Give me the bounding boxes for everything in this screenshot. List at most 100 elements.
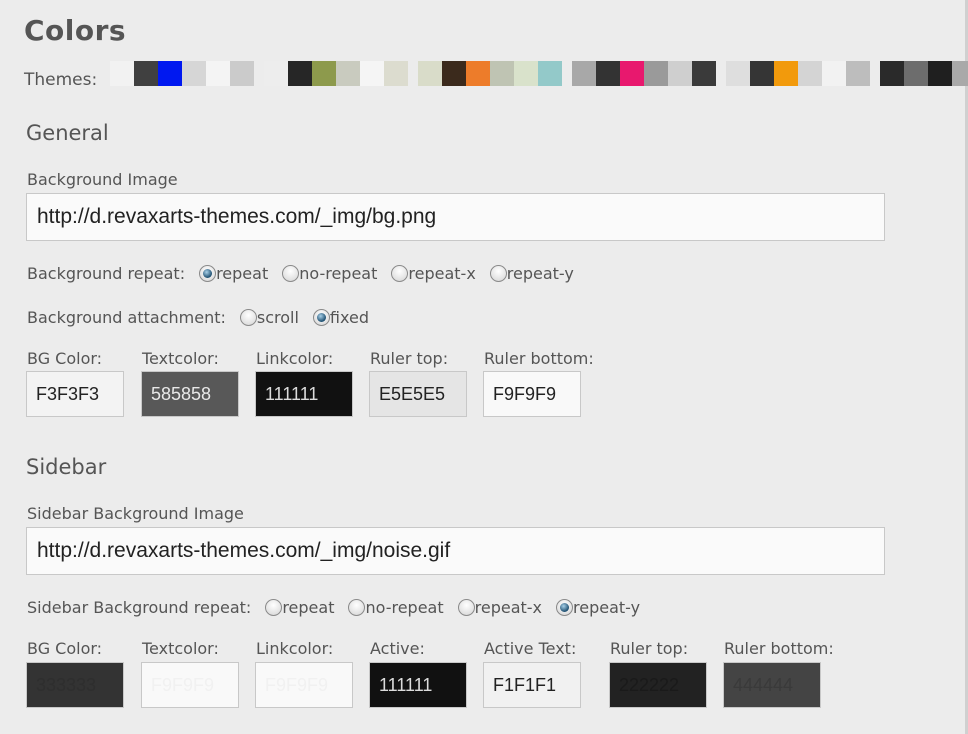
theme-swatch (466, 61, 490, 86)
bg-image-label: Background Image (27, 170, 178, 189)
theme-preset-2[interactable] (264, 61, 408, 86)
sidebar-color-label: BG Color: (27, 639, 103, 658)
sidebar-color-input[interactable]: 333333 (26, 662, 124, 708)
sidebar-bg-repeat-label: Sidebar Background repeat: (27, 597, 252, 617)
theme-swatch (822, 61, 846, 86)
bg-attachment-option-scroll[interactable]: scroll (239, 307, 299, 327)
theme-swatch (952, 61, 968, 86)
theme-swatch (442, 61, 466, 86)
bg-repeat-option-no-repeat[interactable]: no-repeat (282, 264, 377, 283)
bg-attachment-option-fixed[interactable]: fixed (312, 308, 369, 327)
theme-swatch (384, 61, 408, 86)
sidebar-bg-repeat-radio-repeat-x[interactable] (457, 598, 475, 616)
theme-swatch (904, 61, 928, 86)
theme-swatch (880, 61, 904, 86)
general-color-input[interactable]: E5E5E5 (369, 371, 467, 417)
sidebar-bg-repeat-radio-repeat-y[interactable] (556, 598, 574, 616)
bg-repeat-option-repeat-x[interactable]: repeat-x (391, 263, 476, 283)
theme-swatch (230, 61, 254, 86)
theme-swatch (774, 61, 798, 86)
theme-swatch (206, 61, 230, 86)
theme-swatch (312, 61, 336, 86)
general-color-label: Textcolor: (142, 349, 219, 368)
general-color-input[interactable]: 585858 (141, 371, 239, 417)
bg-repeat-option-label: repeat (216, 263, 269, 283)
sidebar-bg-repeat-option-no-repeat[interactable]: no-repeat (348, 597, 444, 617)
bg-repeat-option-repeat[interactable]: repeat (199, 264, 268, 283)
bg-repeat-option-label: no-repeat (299, 263, 378, 283)
general-color-input[interactable]: F9F9F9 (483, 371, 581, 417)
bg-repeat-option-label: repeat-y (506, 263, 574, 283)
sidebar-bg-repeat-group: Sidebar Background repeat: repeat no-repe… (27, 595, 654, 619)
theme-swatch (750, 61, 774, 86)
theme-preset-3[interactable] (418, 61, 562, 86)
sidebar-color-input[interactable]: F9F9F9 (141, 662, 239, 708)
theme-swatch (668, 61, 692, 86)
sidebar-color-label: Ruler bottom: (724, 639, 834, 658)
theme-swatch (726, 61, 750, 86)
sidebar-bg-repeat-option-label: repeat (282, 597, 335, 617)
sidebar-color-input[interactable]: 111111 (369, 662, 467, 708)
bg-repeat-option-repeat-y[interactable]: repeat-y (489, 263, 574, 283)
bg-repeat-radio-no-repeat[interactable] (282, 264, 300, 282)
general-color-input[interactable]: 111111 (255, 371, 353, 417)
general-color-label: BG Color: (27, 349, 103, 368)
themes-label: Themes: (24, 70, 98, 90)
theme-swatch (336, 61, 360, 86)
theme-preset-4[interactable] (572, 61, 716, 86)
sidebar-color-input[interactable]: F9F9F9 (255, 662, 353, 708)
sidebar-color-input[interactable]: 444444 (723, 662, 821, 708)
theme-swatch (110, 61, 134, 86)
theme-swatch (360, 61, 384, 86)
general-color-label: Linkcolor: (256, 349, 334, 368)
bg-image-input[interactable] (26, 193, 885, 241)
theme-presets (110, 61, 968, 86)
general-color-label: Ruler bottom: (484, 349, 594, 368)
bg-attachment-option-label: scroll (256, 307, 299, 327)
bg-attachment-group: Background attachment: scroll fixed (27, 305, 383, 329)
sidebar-color-input[interactable]: 222222 (609, 662, 707, 708)
bg-repeat-group: Background repeat: repeat no-repeat repeat… (27, 261, 588, 285)
general-color-input[interactable]: F3F3F3 (26, 371, 124, 417)
theme-swatch (798, 61, 822, 86)
bg-attachment-radio-scroll[interactable] (239, 308, 257, 326)
sidebar-bg-repeat-option-repeat[interactable]: repeat (265, 598, 334, 617)
sidebar-color-label: Linkcolor: (256, 639, 334, 658)
sidebar-color-label: Active Text: (484, 639, 577, 658)
theme-swatch (692, 61, 716, 86)
sidebar-bg-repeat-option-label: repeat-x (474, 597, 543, 617)
theme-swatch (846, 61, 870, 86)
theme-swatch (158, 61, 182, 86)
page-title: Colors (24, 14, 127, 47)
sidebar-bg-image-label: Sidebar Background Image (27, 504, 244, 523)
bg-repeat-radio-repeat-y[interactable] (489, 264, 507, 282)
theme-swatch (620, 61, 644, 86)
sidebar-bg-repeat-option-repeat-x[interactable]: repeat-x (457, 597, 543, 617)
sidebar-bg-repeat-option-label: repeat-y (573, 597, 641, 617)
sidebar-bg-repeat-radio-repeat[interactable] (265, 598, 283, 616)
bg-attachment-radio-fixed[interactable] (312, 308, 330, 326)
sidebar-heading: Sidebar (26, 455, 107, 479)
theme-swatch (490, 61, 514, 86)
theme-swatch (418, 61, 442, 86)
theme-preset-6[interactable] (880, 61, 968, 86)
sidebar-color-input[interactable]: F1F1F1 (483, 662, 581, 708)
theme-preset-1[interactable] (110, 61, 254, 86)
theme-swatch (928, 61, 952, 86)
sidebar-bg-repeat-option-repeat-y[interactable]: repeat-y (556, 598, 640, 617)
sidebar-bg-repeat-radio-no-repeat[interactable] (348, 598, 366, 616)
bg-repeat-radio-repeat-x[interactable] (391, 264, 409, 282)
bg-repeat-option-label: repeat-x (408, 263, 476, 283)
theme-swatch (572, 61, 596, 86)
bg-repeat-label: Background repeat: (27, 263, 186, 283)
sidebar-bg-repeat-option-label: no-repeat (365, 597, 444, 617)
bg-attachment-label: Background attachment: (27, 307, 226, 327)
theme-swatch (264, 61, 288, 86)
sidebar-color-label: Textcolor: (142, 639, 219, 658)
bg-repeat-radio-repeat[interactable] (199, 264, 217, 282)
theme-preset-5[interactable] (726, 61, 870, 86)
theme-swatch (288, 61, 312, 86)
general-color-label: Ruler top: (370, 349, 449, 368)
sidebar-color-label: Active: (370, 639, 425, 658)
sidebar-bg-image-input[interactable] (26, 527, 885, 575)
